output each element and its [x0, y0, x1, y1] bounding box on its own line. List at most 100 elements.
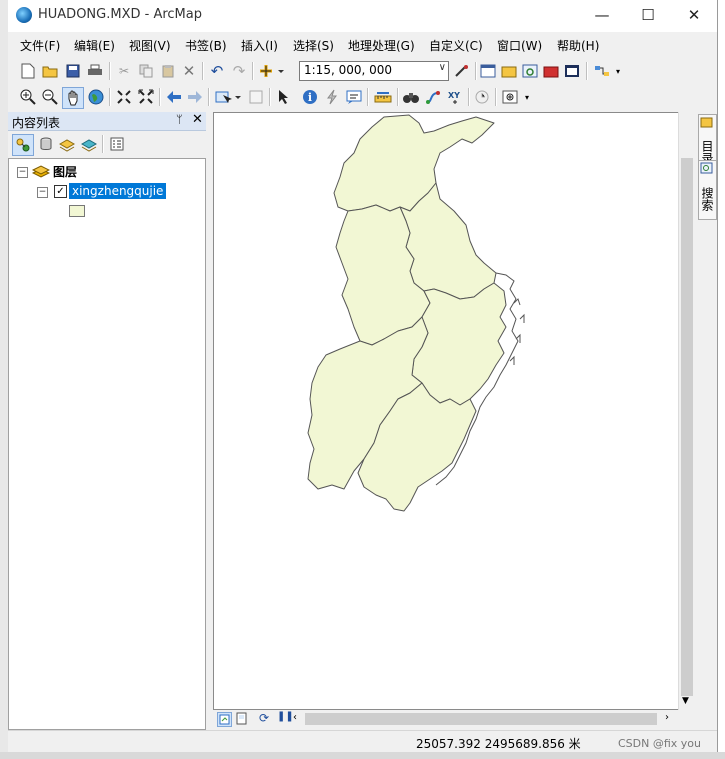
tools-toolbar: i XY ▾	[8, 84, 717, 110]
toolbar-separator	[367, 88, 369, 106]
zoom-in-icon[interactable]	[18, 87, 38, 107]
map-scale-combobox[interactable]: 1:15, 000, 000 ∨	[299, 61, 449, 81]
paste-icon[interactable]	[158, 61, 178, 81]
arcmap-window: HUADONG.MXD - ArcMap — ☐ ✕ 文件(F) 编辑(E) 视…	[8, 0, 718, 753]
refresh-icon[interactable]: ⟳	[259, 711, 269, 725]
redo-icon[interactable]: ↷	[229, 61, 249, 81]
list-by-drawing-order-icon[interactable]	[12, 134, 34, 156]
add-data-icon[interactable]	[256, 61, 286, 81]
go-back-icon[interactable]	[164, 87, 184, 107]
menu-insert[interactable]: 插入(I)	[241, 37, 278, 54]
toolbar-options-icon[interactable]: ▾	[613, 61, 623, 81]
save-icon[interactable]	[63, 61, 83, 81]
html-popup-icon[interactable]	[344, 87, 364, 107]
copy-icon[interactable]	[136, 61, 156, 81]
pan-icon[interactable]	[62, 87, 84, 109]
region-polygon	[333, 114, 495, 212]
table-of-contents-panel: 内容列表 ᛘ ✕ − 图层 − ✓ xingzhengqujie	[8, 112, 206, 730]
delete-icon[interactable]: ✕	[179, 61, 199, 81]
zoom-out-icon[interactable]	[40, 87, 60, 107]
undo-icon[interactable]: ↶	[207, 61, 227, 81]
list-by-selection-icon[interactable]	[79, 134, 99, 154]
pause-drawing-icon[interactable]: ❚❚	[277, 711, 294, 722]
menu-edit[interactable]: 编辑(E)	[74, 37, 115, 54]
scroll-down-icon[interactable]: ▼	[682, 696, 689, 706]
scroll-left-icon[interactable]: ‹	[293, 712, 297, 723]
horizontal-scrollbar-thumb[interactable]	[305, 713, 657, 725]
menu-customize[interactable]: 自定义(C)	[429, 37, 483, 54]
toc-title: 内容列表	[12, 116, 61, 130]
desktop-background-bottom	[0, 752, 725, 759]
search-icon	[700, 162, 713, 177]
menu-help[interactable]: 帮助(H)	[557, 37, 599, 54]
chevron-down-icon[interactable]: ∨	[439, 62, 446, 73]
layer-name[interactable]: xingzhengqujie	[69, 183, 167, 199]
polygon-symbol-patch[interactable]	[69, 205, 85, 217]
minimize-button[interactable]: —	[584, 4, 620, 28]
toc-close-icon[interactable]: ✕	[192, 112, 203, 127]
map-scale-value: 1:15, 000, 000	[304, 63, 393, 77]
menu-bar: 文件(F) 编辑(E) 视图(V) 书签(B) 插入(I) 选择(S) 地理处理…	[8, 34, 717, 56]
layers-stack-icon	[31, 163, 51, 182]
go-forward-icon[interactable]	[185, 87, 205, 107]
menu-geoprocessing[interactable]: 地理处理(G)	[348, 37, 415, 54]
catalog-window-icon[interactable]	[499, 61, 519, 81]
toc-options-icon[interactable]	[107, 134, 127, 154]
menu-file[interactable]: 文件(F)	[20, 37, 60, 54]
desktop-background-left	[0, 0, 8, 759]
print-icon[interactable]	[85, 61, 105, 81]
model-builder-icon[interactable]	[592, 61, 612, 81]
window-title: HUADONG.MXD - ArcMap	[38, 7, 202, 22]
maximize-button[interactable]: ☐	[630, 4, 666, 28]
find-binoculars-icon[interactable]	[401, 87, 421, 107]
python-window-icon[interactable]	[562, 61, 582, 81]
html-popup-lightning-icon[interactable]	[322, 87, 342, 107]
toc-window-icon[interactable]	[478, 61, 498, 81]
layout-view-icon[interactable]	[235, 712, 248, 725]
toolbar-separator	[208, 88, 210, 106]
menu-bookmarks[interactable]: 书签(B)	[185, 37, 227, 54]
layer-visibility-checkbox[interactable]: ✓	[54, 185, 67, 198]
measure-icon[interactable]	[373, 87, 393, 107]
cut-icon[interactable]: ✂	[114, 61, 134, 81]
menu-selection[interactable]: 选择(S)	[293, 37, 334, 54]
find-route-icon[interactable]	[423, 87, 443, 107]
toc-toolbar	[8, 131, 206, 157]
menu-view[interactable]: 视图(V)	[129, 37, 171, 54]
toolbar-separator	[102, 135, 104, 153]
scroll-right-icon[interactable]: ›	[665, 712, 669, 723]
fixed-zoom-out-icon[interactable]	[136, 87, 156, 107]
select-elements-arrow-icon[interactable]	[274, 87, 294, 107]
go-to-xy-icon[interactable]: XY	[445, 87, 465, 107]
clear-selection-icon[interactable]	[246, 87, 266, 107]
search-window-icon[interactable]	[520, 61, 540, 81]
data-frame-label[interactable]: 图层	[53, 163, 77, 180]
identify-icon[interactable]: i	[300, 87, 320, 107]
search-tab-label: 搜索	[700, 187, 714, 211]
pin-icon[interactable]: ᛘ	[176, 113, 183, 126]
collapse-icon[interactable]: −	[37, 187, 48, 198]
select-features-icon[interactable]	[213, 87, 243, 107]
menu-windows[interactable]: 窗口(W)	[497, 37, 542, 54]
close-button[interactable]: ✕	[676, 4, 712, 28]
fixed-zoom-in-icon[interactable]	[114, 87, 134, 107]
time-slider-icon[interactable]	[472, 87, 492, 107]
toolbar-options-icon[interactable]: ▾	[522, 87, 532, 107]
vertical-scrollbar-thumb[interactable]	[681, 158, 693, 696]
create-viewer-window-icon[interactable]	[500, 87, 520, 107]
toolbar-separator	[468, 88, 470, 106]
full-extent-globe-icon[interactable]	[86, 87, 106, 107]
arctoolbox-icon[interactable]	[541, 61, 561, 81]
map-display[interactable]	[213, 112, 697, 710]
open-folder-icon[interactable]	[40, 61, 60, 81]
toolbar-separator	[269, 88, 271, 106]
collapse-icon[interactable]: −	[17, 167, 28, 178]
list-by-source-icon[interactable]	[36, 134, 56, 154]
editor-toolbar-icon[interactable]	[452, 61, 472, 81]
data-view-icon[interactable]	[217, 712, 232, 727]
svg-text:i: i	[308, 91, 312, 104]
list-by-visibility-icon[interactable]	[57, 134, 77, 154]
new-document-icon[interactable]	[18, 61, 38, 81]
vertical-scrollbar[interactable]: ▼	[678, 112, 696, 710]
map-bottom-bar: ⟳ ❚❚ ‹ ›	[213, 710, 697, 728]
